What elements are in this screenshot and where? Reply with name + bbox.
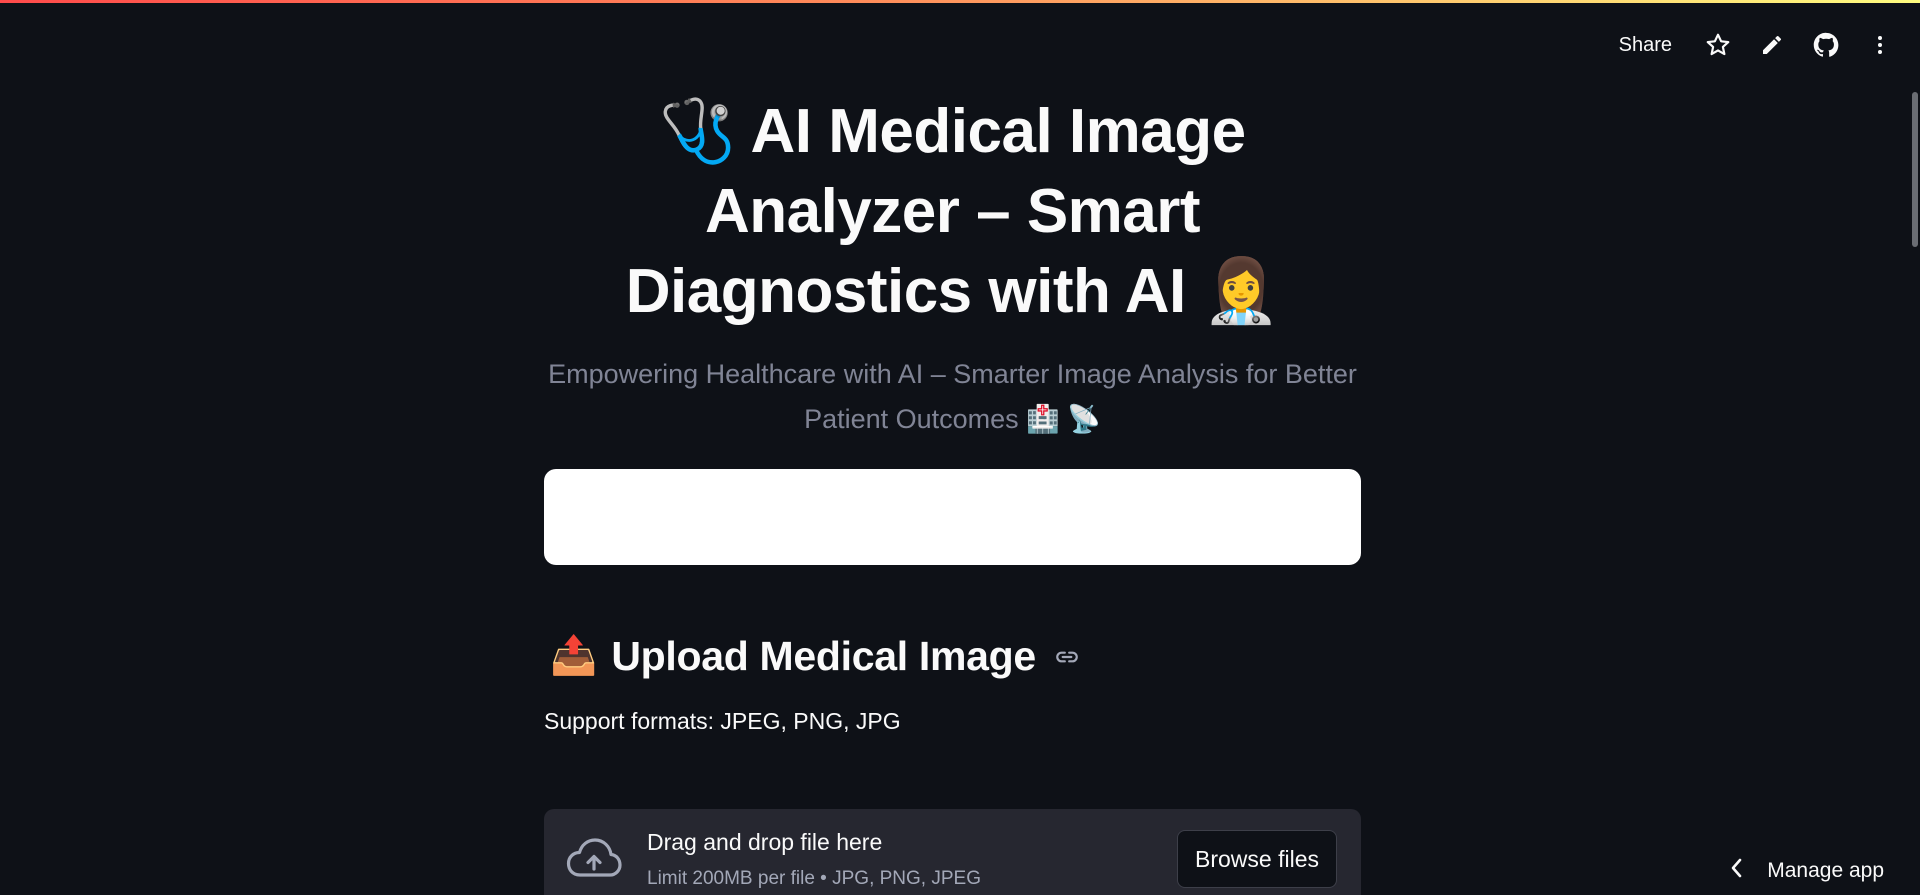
upload-section-header: 📤 Upload Medical Image <box>550 626 1080 686</box>
anchor-link-icon[interactable] <box>1054 644 1080 675</box>
outbox-emoji: 📤 <box>550 635 598 677</box>
share-button[interactable]: Share <box>1611 34 1680 57</box>
browse-files-button[interactable]: Browse files <box>1177 830 1337 888</box>
page-scrollbar[interactable] <box>1912 92 1918 247</box>
top-decoration-stripe <box>0 0 1920 3</box>
supported-formats-text: Support formats: JPEG, PNG, JPG <box>544 708 901 734</box>
star-icon[interactable] <box>1702 29 1734 61</box>
blank-white-panel <box>544 469 1361 565</box>
app-toolbar: Share <box>1611 27 1896 63</box>
drag-drop-label: Drag and drop file here <box>647 829 883 855</box>
stethoscope-emoji: 🩺 <box>659 97 737 166</box>
manage-app-button[interactable]: Manage app <box>1729 857 1884 885</box>
cloud-upload-icon <box>566 837 622 884</box>
more-vertical-icon[interactable] <box>1864 29 1896 61</box>
upload-section-title: Upload Medical Image <box>611 632 1036 679</box>
app-page: Share 🩺 AI Medical Image Analyzer – Smar… <box>0 0 1920 895</box>
doctor-emoji: 👩‍⚕️ <box>1202 257 1280 326</box>
github-icon[interactable] <box>1810 29 1842 61</box>
page-subtitle-text: Empowering Healthcare with AI – Smarter … <box>548 359 1357 434</box>
page-subtitle: Empowering Healthcare with AI – Smarter … <box>544 352 1361 442</box>
file-uploader-dropzone[interactable]: Drag and drop file here Limit 200MB per … <box>544 809 1361 895</box>
pencil-icon[interactable] <box>1756 29 1788 61</box>
subtitle-emojis: 🏥 📡 <box>1026 404 1101 434</box>
page-title: 🩺 AI Medical Image Analyzer – Smart Diag… <box>544 92 1361 332</box>
manage-app-label: Manage app <box>1767 859 1884 882</box>
file-limit-label: Limit 200MB per file • JPG, PNG, JPEG <box>647 868 981 889</box>
chevron-left-icon <box>1729 857 1745 885</box>
